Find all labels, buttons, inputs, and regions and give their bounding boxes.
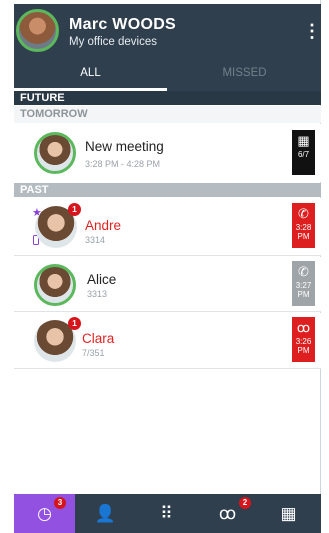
call-time-period: PM [297, 232, 310, 241]
section-future: FUTURE [14, 91, 321, 105]
contact-name: Clara [82, 331, 115, 346]
contacts-person-icon: 👤 [94, 504, 117, 523]
contact-number: 7/351 [82, 348, 105, 358]
dialpad-icon: ⠿ [160, 504, 173, 523]
call-status-tile[interactable]: ꝏ 3:26 PM [292, 317, 315, 362]
call-status-tile[interactable]: ✆ 3:27 PM [292, 261, 315, 306]
call-time: 3:26 [295, 337, 312, 346]
header: Marc WOODS My office devices ⋮ [14, 4, 321, 58]
nav-dialpad[interactable]: ⠿ [136, 494, 197, 533]
call-row[interactable]: 1 Clara 7/351 ꝏ 3:26 PM [14, 313, 321, 369]
contact-number: 3314 [85, 235, 106, 245]
history-badge: 3 [54, 497, 66, 509]
contact-name: Andre [85, 218, 122, 233]
meeting-date: 6/7 [297, 150, 310, 159]
call-time-period: PM [297, 290, 310, 299]
contact-number: 3313 [87, 289, 108, 299]
missed-call-icon: ✆ [298, 206, 309, 221]
voicemail-badge: 2 [239, 497, 251, 509]
call-icon: ✆ [298, 264, 309, 279]
user-name: Marc WOODS [69, 16, 177, 33]
user-avatar[interactable] [16, 9, 59, 52]
meeting-organizer-avatar [34, 132, 76, 174]
section-tomorrow: TOMORROW [14, 106, 321, 123]
call-time-period: PM [297, 346, 310, 355]
voicemail-icon: ꝏ [296, 320, 311, 335]
nav-history[interactable]: ◷ 3 [14, 494, 75, 533]
nav-contacts[interactable]: 👤 [75, 494, 136, 533]
calendar-icon: ▦ [280, 504, 297, 523]
filter-tabs: ALL MISSED [14, 58, 321, 91]
more-options-icon[interactable]: ⋮ [303, 20, 321, 42]
call-row[interactable]: ★ 1 Andre 3314 ✆ 3:28 PM [14, 198, 321, 256]
call-time: 3:28 [295, 223, 312, 232]
missed-count-badge: 1 [68, 317, 81, 330]
history-clock-icon: ◷ [37, 504, 52, 523]
call-status-tile[interactable]: ✆ 3:28 PM [292, 203, 315, 248]
contact-name: Alice [87, 272, 117, 287]
tab-all[interactable]: ALL [14, 58, 167, 91]
calendar-icon: ▦ [297, 133, 310, 148]
user-subtitle: My office devices [69, 36, 157, 48]
missed-count-badge: 1 [68, 203, 81, 216]
nav-calendar[interactable]: ▦ [258, 494, 319, 533]
app-window: Marc WOODS My office devices ⋮ ALL MISSE… [0, 0, 321, 533]
meeting-row[interactable]: New meeting 3:28 PM - 4:28 PM ▦ 6/7 [14, 124, 321, 182]
contact-avatar [34, 264, 76, 306]
call-time: 3:27 [295, 281, 312, 290]
voicemail-icon: ꝏ [218, 504, 237, 523]
bottom-navigation: ◷ 3 👤 ⠿ ꝏ 2 ▦ [14, 494, 321, 533]
call-row[interactable]: Alice 3313 ✆ 3:27 PM [14, 257, 321, 312]
meeting-title: New meeting [85, 139, 164, 154]
section-past: PAST [14, 183, 321, 197]
meeting-time: 3:28 PM - 4:28 PM [85, 159, 161, 169]
tab-missed[interactable]: MISSED [168, 58, 321, 91]
nav-voicemail[interactable]: ꝏ 2 [197, 494, 258, 533]
meeting-date-tile[interactable]: ▦ 6/7 [292, 130, 315, 175]
